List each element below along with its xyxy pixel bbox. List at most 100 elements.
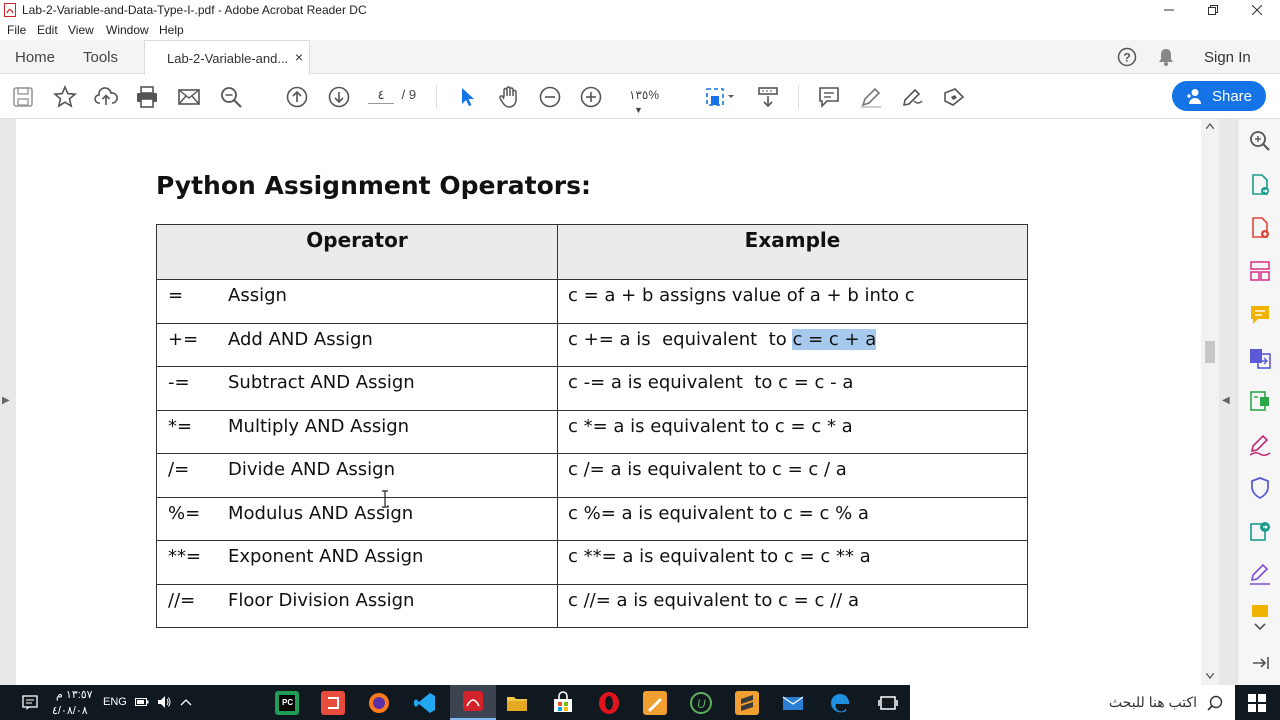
clock-date[interactable]: ٤/٠٨/٠٨ (52, 704, 88, 717)
language-indicator[interactable]: ENG (103, 696, 127, 708)
pycharm-app-icon[interactable]: PC (275, 691, 299, 715)
restore-button[interactable] (1190, 0, 1236, 20)
fill-and-sign-icon[interactable] (1248, 433, 1272, 457)
upwork-app-icon[interactable]: U (689, 691, 713, 715)
table-row: **= Exponent AND Assign c **= a is equiva… (156, 540, 1028, 585)
scroll-icon (758, 87, 778, 108)
opera-app-icon[interactable] (597, 691, 621, 715)
tab-document[interactable]: Lab-2-Variable-and... × (144, 40, 310, 75)
close-window-button[interactable] (1234, 0, 1280, 20)
scroll-mode-button[interactable] (755, 84, 781, 110)
vscode-app-icon[interactable] (413, 691, 437, 715)
edit-pdf-icon[interactable] (1248, 389, 1272, 413)
text-cursor-icon (382, 490, 388, 508)
fit-page-button[interactable] (702, 84, 736, 110)
page-number-input[interactable]: ٤ (368, 87, 394, 104)
send-for-review-icon[interactable] (1248, 519, 1272, 543)
windows-taskbar: ١٣:٥٧ م ٤/٠٨/٠٨ ENG PC U اكتب هنا للبحث (0, 685, 1280, 720)
print-button[interactable] (134, 84, 160, 110)
search-placeholder: اكتب هنا للبحث (1108, 694, 1197, 710)
chevron-down-icon[interactable] (1248, 621, 1272, 633)
notification-bell-icon[interactable] (1157, 47, 1175, 67)
next-page-button[interactable] (326, 84, 352, 110)
mail-app-icon[interactable] (781, 691, 805, 715)
tab-home[interactable]: Home (15, 49, 55, 66)
menu-window[interactable]: Window (106, 23, 149, 37)
firefox-app-icon[interactable] (367, 691, 391, 715)
operator-cell: **= Exponent AND Assign (156, 540, 558, 585)
acrobat-app-icon[interactable] (450, 685, 496, 720)
draw-button[interactable] (899, 84, 925, 110)
export-pdf-icon[interactable] (1248, 173, 1272, 197)
sign-in-link[interactable]: Sign In (1204, 49, 1251, 66)
menu-view[interactable]: View (68, 23, 94, 37)
previous-page-button[interactable] (284, 84, 310, 110)
close-tab-icon[interactable]: × (295, 49, 303, 65)
help-icon[interactable]: ? (1117, 47, 1137, 67)
zoom-in-button[interactable] (578, 84, 604, 110)
sign-icon (944, 88, 965, 106)
tab-tools[interactable]: Tools (83, 49, 118, 66)
table-row: -= Subtract AND Assign c -= a is equivale… (156, 366, 1028, 411)
comment-tool-icon[interactable] (1248, 303, 1272, 327)
scrollbar-thumb[interactable] (1205, 341, 1215, 363)
scroll-down-icon[interactable] (1206, 673, 1214, 679)
right-panel-toggle-icon[interactable]: ◀ (1222, 395, 1230, 406)
comment-button[interactable] (816, 84, 842, 110)
edge-app-icon[interactable] (828, 691, 852, 715)
collapse-panel-icon[interactable] (1248, 651, 1272, 675)
clock-time[interactable]: ١٣:٥٧ م (56, 688, 93, 701)
bookmark-button[interactable] (52, 84, 78, 110)
pdf-page: Python Assignment Operators: Operator Ex… (16, 119, 1201, 685)
zoom-value: ١٣٥% (628, 88, 659, 102)
menu-help[interactable]: Help (159, 23, 184, 37)
find-button[interactable] (218, 84, 244, 110)
left-panel-toggle-icon[interactable]: ▶ (2, 395, 10, 406)
scroll-up-icon[interactable] (1206, 123, 1214, 129)
protect-shield-icon[interactable] (1248, 476, 1272, 500)
taskbar-search-box[interactable]: اكتب هنا للبحث (910, 685, 1235, 720)
select-tool-button[interactable] (454, 84, 480, 110)
fill-sign-button[interactable] (941, 84, 967, 110)
operator-name: Exponent AND Assign (228, 546, 424, 567)
volume-icon[interactable] (157, 695, 171, 709)
notifications-center-icon[interactable] (22, 695, 38, 711)
operator-cell: %= Modulus AND Assign (156, 496, 558, 541)
share-button[interactable]: Share (1172, 81, 1266, 111)
create-pdf-icon[interactable] (1248, 216, 1272, 240)
minus-circle-icon (539, 86, 561, 108)
zoom-dropdown[interactable]: ١٣٥% ▼ (626, 88, 682, 116)
selected-text-highlight[interactable]: c = c + a (792, 328, 877, 350)
scratch-app-icon[interactable] (321, 691, 345, 715)
zoom-search-icon[interactable] (1248, 129, 1272, 153)
upload-button[interactable] (93, 84, 119, 110)
minimize-button[interactable] (1146, 0, 1192, 20)
operator-symbol: *= (168, 415, 193, 437)
sketchbook-app-icon[interactable] (643, 691, 667, 715)
vertical-scrollbar[interactable] (1201, 119, 1219, 685)
hand-tool-button[interactable] (496, 84, 522, 110)
organize-pages-icon[interactable] (1248, 259, 1272, 283)
request-signature-icon[interactable] (1248, 562, 1272, 586)
column-header-operator: Operator (156, 224, 558, 280)
operator-symbol: /= (168, 459, 190, 480)
battery-icon[interactable] (135, 696, 149, 708)
column-header-example: Example (557, 224, 1028, 280)
save-icon (13, 87, 33, 107)
highlight-button[interactable] (858, 84, 884, 110)
chevron-up-icon[interactable] (180, 697, 192, 707)
email-button[interactable] (176, 84, 202, 110)
document-viewport[interactable]: ▶ Python Assignment Operators: Operator … (0, 119, 1237, 685)
more-tools-icon[interactable] (1248, 603, 1272, 617)
pen-icon (861, 87, 881, 108)
sublime-app-icon[interactable] (735, 691, 759, 715)
save-button[interactable] (10, 84, 36, 110)
combine-files-icon[interactable] (1248, 346, 1272, 370)
menu-file[interactable]: File (7, 23, 26, 37)
menu-edit[interactable]: Edit (37, 23, 58, 37)
zoom-out-button[interactable] (537, 84, 563, 110)
windows-start-icon[interactable] (1248, 694, 1266, 712)
task-view-icon[interactable] (876, 691, 900, 715)
store-app-icon[interactable] (551, 691, 575, 715)
file-explorer-app-icon[interactable] (505, 691, 529, 715)
